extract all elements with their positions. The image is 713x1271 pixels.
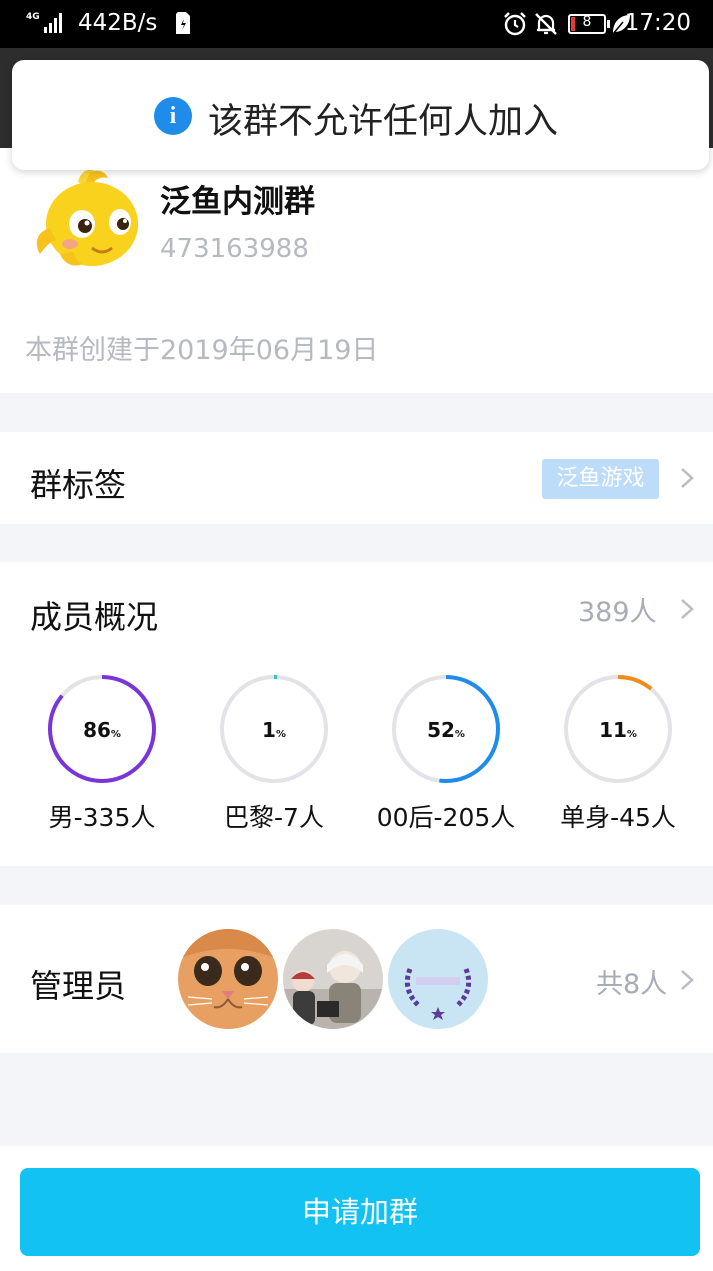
stat-label: 巴黎-7人 [224, 803, 324, 832]
admin-total: 共8人 [596, 969, 668, 1000]
stat-percent: 86% [83, 718, 121, 742]
clock: 17:20 [624, 10, 691, 36]
info-icon: i [154, 97, 192, 135]
group-header: 泛鱼内测群 473163988 本群创建于2019年06月19日 [0, 148, 713, 393]
bottom-action-bar: 申请加群 [0, 1146, 713, 1271]
member-overview[interactable]: 成员概况 389人 86% 男-335人 1% 巴黎-7人 52% 00后-20… [0, 562, 713, 866]
member-stat-gender: 86% 男-335人 [22, 674, 182, 832]
admins-title: 管理员 [30, 967, 127, 1005]
member-stat-region: 1% 巴黎-7人 [194, 674, 354, 832]
group-avatar[interactable] [30, 166, 142, 276]
member-stat-single: 11% 单身-45人 [538, 674, 698, 832]
toast-message: 该群不允许任何人加入 [208, 102, 559, 142]
alarm-icon [504, 12, 526, 36]
admin-avatar-cat[interactable] [178, 929, 278, 1029]
signal-icon [44, 13, 62, 33]
chevron-right-icon [681, 468, 694, 488]
member-count: 389人 [578, 597, 657, 628]
battery-level: 8 [582, 14, 592, 30]
member-overview-title: 成员概况 [30, 598, 159, 636]
group-id: 473163988 [160, 234, 309, 264]
stat-label: 男-335人 [48, 803, 156, 832]
chevron-right-icon [681, 970, 694, 990]
group-name: 泛鱼内测群 [160, 184, 315, 220]
stat-percent: 11% [599, 718, 637, 742]
status-bar: 4G 442B/s 8 17:20 [0, 0, 713, 48]
created-date: 本群创建于2019年06月19日 [25, 335, 379, 366]
group-tags-title: 群标签 [30, 466, 127, 504]
sd-card-icon [176, 12, 190, 34]
admin-avatar-studio[interactable] [388, 929, 488, 1029]
member-stat-age: 52% 00后-205人 [366, 674, 526, 832]
admins-row[interactable]: 管理员 共8人 [0, 905, 713, 1053]
apply-join-button[interactable]: 申请加群 [20, 1168, 700, 1256]
network-speed: 442B/s [78, 10, 158, 36]
stat-percent: 52% [427, 718, 465, 742]
stat-percent: 1% [262, 718, 286, 742]
network-type-label: 4G [26, 12, 40, 22]
chevron-right-icon [681, 599, 694, 619]
tag-badge: 泛鱼游戏 [542, 459, 659, 499]
group-tags-row[interactable]: 群标签 泛鱼游戏 [0, 432, 713, 524]
battery-icon: 8 [568, 14, 610, 34]
toast-notification: i 该群不允许任何人加入 [12, 60, 709, 170]
stat-label: 单身-45人 [560, 803, 676, 832]
stat-label: 00后-205人 [376, 803, 516, 832]
admin-avatar-kids[interactable] [283, 929, 383, 1029]
bell-off-icon [535, 13, 557, 35]
